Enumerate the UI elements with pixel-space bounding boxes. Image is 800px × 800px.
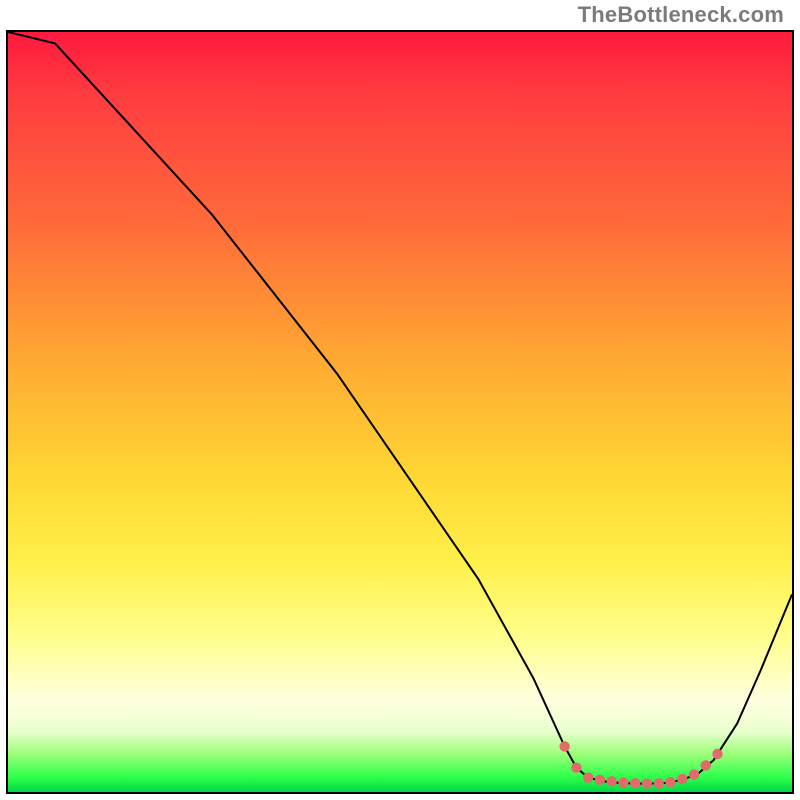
heatmap-gradient — [8, 32, 792, 792]
plot-area — [6, 30, 794, 794]
bottleneck-chart: TheBottleneck.com — [0, 0, 800, 800]
attribution-label: TheBottleneck.com — [578, 2, 784, 28]
